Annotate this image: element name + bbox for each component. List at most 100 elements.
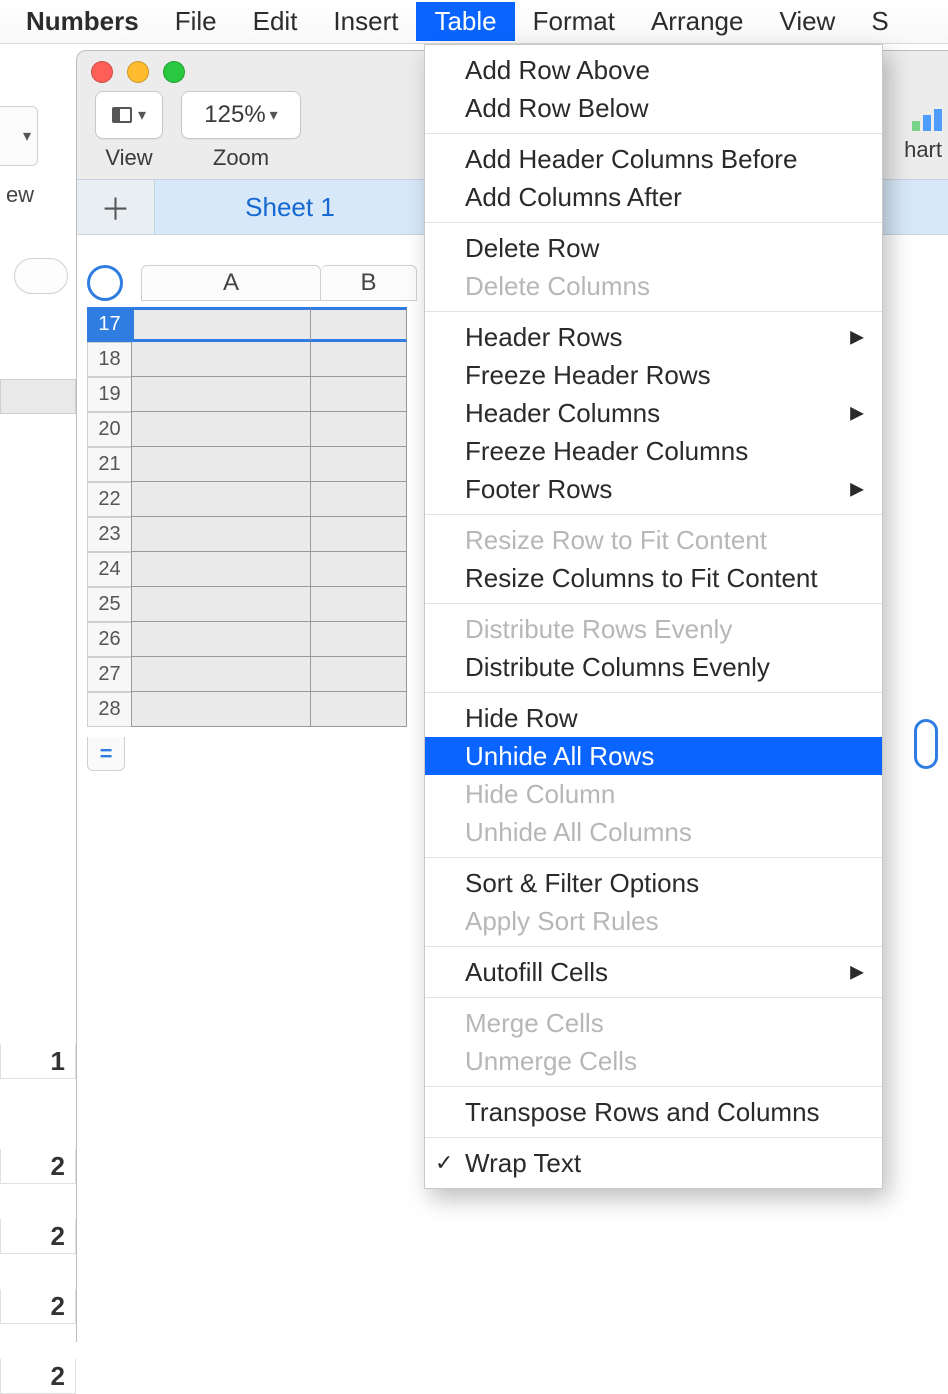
bg-row-number[interactable]: 1 <box>0 1044 76 1079</box>
cell[interactable] <box>131 307 311 342</box>
table-row: 26 <box>87 622 407 657</box>
row-number[interactable]: 24 <box>87 552 131 587</box>
cell[interactable] <box>311 517 407 552</box>
table-selector-handle[interactable] <box>87 265 123 301</box>
column-header-b[interactable]: B <box>321 265 417 301</box>
row-number[interactable]: 27 <box>87 657 131 692</box>
table-grid: 171819202122232425262728 <box>87 307 407 727</box>
row-number[interactable]: 22 <box>87 482 131 517</box>
menu-item[interactable]: Freeze Header Rows <box>425 356 882 394</box>
row-number[interactable]: 19 <box>87 377 131 412</box>
bg-row-number[interactable]: 2 <box>0 1289 76 1324</box>
cell[interactable] <box>311 342 407 377</box>
submenu-arrow-icon: ▶ <box>850 479 864 500</box>
menu-item[interactable]: Add Row Above <box>425 51 882 89</box>
row-number[interactable]: 17 <box>87 307 131 342</box>
row-number[interactable]: 25 <box>87 587 131 622</box>
column-header-row: A B <box>87 265 417 301</box>
row-resize-handle[interactable]: = <box>87 737 125 771</box>
add-sheet-button[interactable]: ＋ <box>77 180 155 234</box>
view-label: View <box>105 145 152 171</box>
menu-item[interactable]: Add Header Columns Before <box>425 140 882 178</box>
menu-item[interactable]: Header Columns▶ <box>425 394 882 432</box>
menu-item[interactable]: Freeze Header Columns <box>425 432 882 470</box>
minimize-window-button[interactable] <box>127 61 149 83</box>
menu-table[interactable]: Table <box>416 2 514 41</box>
bg-formula-pill[interactable] <box>14 258 68 294</box>
cell[interactable] <box>311 692 407 727</box>
table-row: 18 <box>87 342 407 377</box>
table-row: 23 <box>87 517 407 552</box>
menu-view[interactable]: View <box>761 2 853 41</box>
menu-item: Unmerge Cells <box>425 1042 882 1080</box>
menu-item[interactable]: Add Columns After <box>425 178 882 216</box>
menu-edit[interactable]: Edit <box>235 2 316 41</box>
cell[interactable] <box>131 482 311 517</box>
menu-item: Distribute Rows Evenly <box>425 610 882 648</box>
menu-item[interactable]: Sort & Filter Options <box>425 864 882 902</box>
menu-item[interactable]: Wrap Text✓ <box>425 1144 882 1182</box>
menu-format[interactable]: Format <box>515 2 633 41</box>
cell[interactable] <box>131 552 311 587</box>
cell[interactable] <box>131 587 311 622</box>
column-resize-handle[interactable] <box>914 719 938 769</box>
close-window-button[interactable] <box>91 61 113 83</box>
menu-file[interactable]: File <box>157 2 235 41</box>
menu-item[interactable]: Delete Row <box>425 229 882 267</box>
cell[interactable] <box>131 517 311 552</box>
cell[interactable] <box>311 307 407 342</box>
sheet-tab-active[interactable]: Sheet 1 <box>155 180 425 234</box>
table-menu-dropdown: Add Row AboveAdd Row Below Add Header Col… <box>424 44 883 1189</box>
menu-item[interactable]: Transpose Rows and Columns <box>425 1093 882 1131</box>
row-number[interactable]: 28 <box>87 692 131 727</box>
menu-item[interactable]: Footer Rows▶ <box>425 470 882 508</box>
menu-insert[interactable]: Insert <box>315 2 416 41</box>
row-number[interactable]: 21 <box>87 447 131 482</box>
cell[interactable] <box>131 342 311 377</box>
cell[interactable] <box>311 412 407 447</box>
bg-row-number[interactable]: 2 <box>0 1219 76 1254</box>
panel-icon <box>112 107 132 123</box>
menu-item[interactable]: Header Rows▶ <box>425 318 882 356</box>
cell[interactable] <box>131 657 311 692</box>
cell[interactable] <box>131 412 311 447</box>
zoom-button[interactable]: 125% ▾ <box>181 91 301 139</box>
menu-item[interactable]: Hide Row <box>425 699 882 737</box>
cell[interactable] <box>311 377 407 412</box>
bg-row-number[interactable]: 2 <box>0 1359 76 1394</box>
menu-item[interactable]: Autofill Cells▶ <box>425 953 882 991</box>
zoom-window-button[interactable] <box>163 61 185 83</box>
cell[interactable] <box>131 447 311 482</box>
app-name[interactable]: Numbers <box>8 2 157 41</box>
column-header-a[interactable]: A <box>141 265 321 301</box>
menu-item: Unhide All Columns <box>425 813 882 851</box>
plus-icon: ＋ <box>101 185 131 229</box>
row-number[interactable]: 18 <box>87 342 131 377</box>
view-button[interactable]: ▾ <box>95 91 163 139</box>
bg-label-truncated: ew <box>0 182 40 208</box>
menu-arrange[interactable]: Arrange <box>633 2 762 41</box>
menu-item[interactable]: Add Row Below <box>425 89 882 127</box>
menu-item[interactable]: Distribute Columns Evenly <box>425 648 882 686</box>
bg-dropdown-button[interactable]: ▾ <box>0 106 38 166</box>
chart-toolbar-fragment[interactable]: hart <box>904 109 942 163</box>
bg-row-column: 1 2 2 2 2 <box>0 379 76 1342</box>
row-number[interactable]: 23 <box>87 517 131 552</box>
chart-label-truncated: hart <box>904 137 942 163</box>
menu-item[interactable]: Unhide All Rows <box>425 737 882 775</box>
row-number[interactable]: 20 <box>87 412 131 447</box>
row-number[interactable]: 26 <box>87 622 131 657</box>
bg-row-number[interactable]: 2 <box>0 1149 76 1184</box>
cell[interactable] <box>131 692 311 727</box>
cell[interactable] <box>131 622 311 657</box>
menu-item[interactable]: Resize Columns to Fit Content <box>425 559 882 597</box>
table-row: 28 <box>87 692 407 727</box>
cell[interactable] <box>311 447 407 482</box>
cell[interactable] <box>311 622 407 657</box>
cell[interactable] <box>131 377 311 412</box>
cell[interactable] <box>311 482 407 517</box>
cell[interactable] <box>311 657 407 692</box>
cell[interactable] <box>311 552 407 587</box>
menu-truncated[interactable]: S <box>853 2 906 41</box>
cell[interactable] <box>311 587 407 622</box>
